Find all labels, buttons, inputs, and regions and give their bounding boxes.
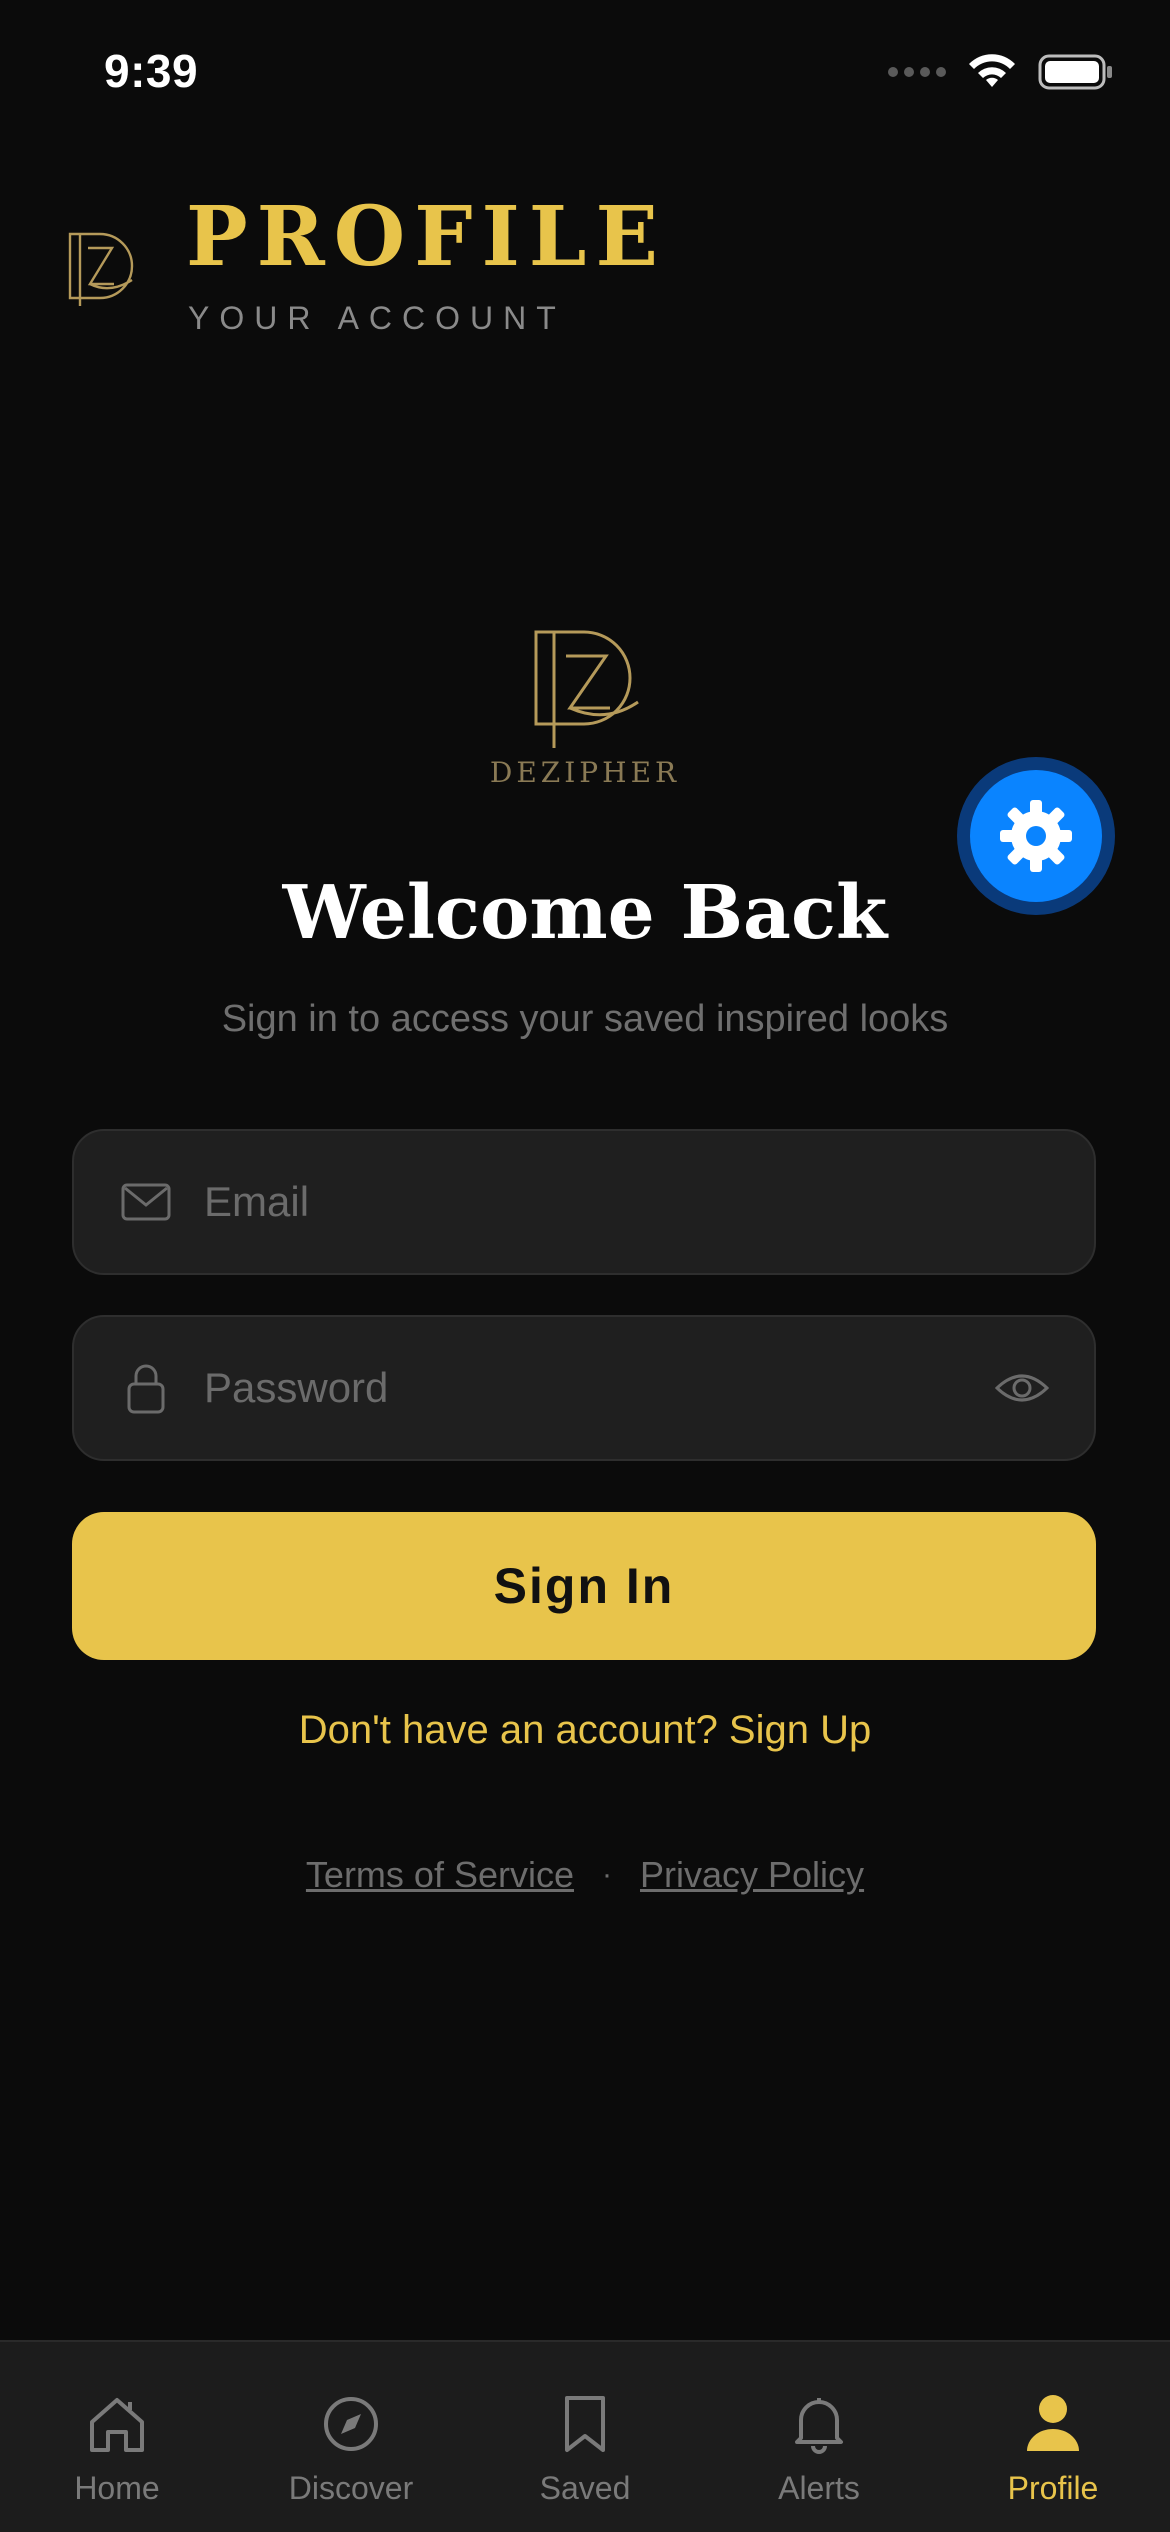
tab-label: Profile — [1007, 2470, 1099, 2506]
password-field[interactable] — [72, 1315, 1096, 1461]
page-title: PROFILE — [186, 189, 667, 285]
tab-label: Alerts — [778, 2470, 860, 2506]
tab-discover[interactable]: Discover — [234, 2342, 468, 2532]
mail-icon — [120, 1176, 172, 1228]
eye-icon[interactable] — [994, 1368, 1050, 1408]
legal-separator: · — [602, 1858, 612, 1891]
dz-monogram-icon — [534, 630, 639, 748]
tab-alerts[interactable]: Alerts — [702, 2342, 936, 2532]
terms-of-service-link[interactable]: Terms of Service — [306, 1854, 574, 1896]
cellular-signal-icon — [888, 67, 946, 77]
email-field[interactable] — [72, 1129, 1096, 1275]
lock-icon — [120, 1362, 172, 1414]
tab-saved[interactable]: Saved — [468, 2342, 702, 2532]
welcome-title: Welcome Back — [282, 870, 888, 956]
bell-icon — [787, 2392, 851, 2456]
status-time: 9:39 — [104, 45, 199, 97]
welcome-subtitle: Sign in to access your saved inspired lo… — [221, 998, 949, 1040]
person-icon — [1021, 2392, 1085, 2456]
bookmark-icon — [553, 2392, 617, 2456]
tab-label: Home — [74, 2470, 160, 2506]
battery-icon — [1038, 54, 1112, 90]
status-indicators — [888, 52, 1114, 92]
tab-label: Discover — [288, 2470, 414, 2506]
tab-label: Saved — [539, 2470, 631, 2506]
legal-links: Terms of Service · Privacy Policy — [0, 1854, 1170, 1896]
dz-monogram-icon — [68, 232, 134, 306]
tab-home[interactable]: Home — [0, 2342, 234, 2532]
page-subtitle: YOUR ACCOUNT — [188, 300, 566, 336]
privacy-policy-link[interactable]: Privacy Policy — [640, 1854, 864, 1896]
home-icon — [85, 2392, 149, 2456]
sign-in-button[interactable]: Sign In — [72, 1512, 1096, 1660]
sign-up-link[interactable]: Don't have an account? Sign Up — [0, 1708, 1170, 1753]
tab-profile[interactable]: Profile — [936, 2342, 1170, 2532]
password-input[interactable] — [202, 1363, 994, 1413]
wifi-icon — [969, 54, 1015, 87]
email-input[interactable] — [202, 1177, 1094, 1227]
compass-icon — [319, 2392, 383, 2456]
tab-bar: Home Discover Saved Alerts Profile — [0, 2340, 1170, 2532]
gear-icon — [1000, 800, 1072, 872]
